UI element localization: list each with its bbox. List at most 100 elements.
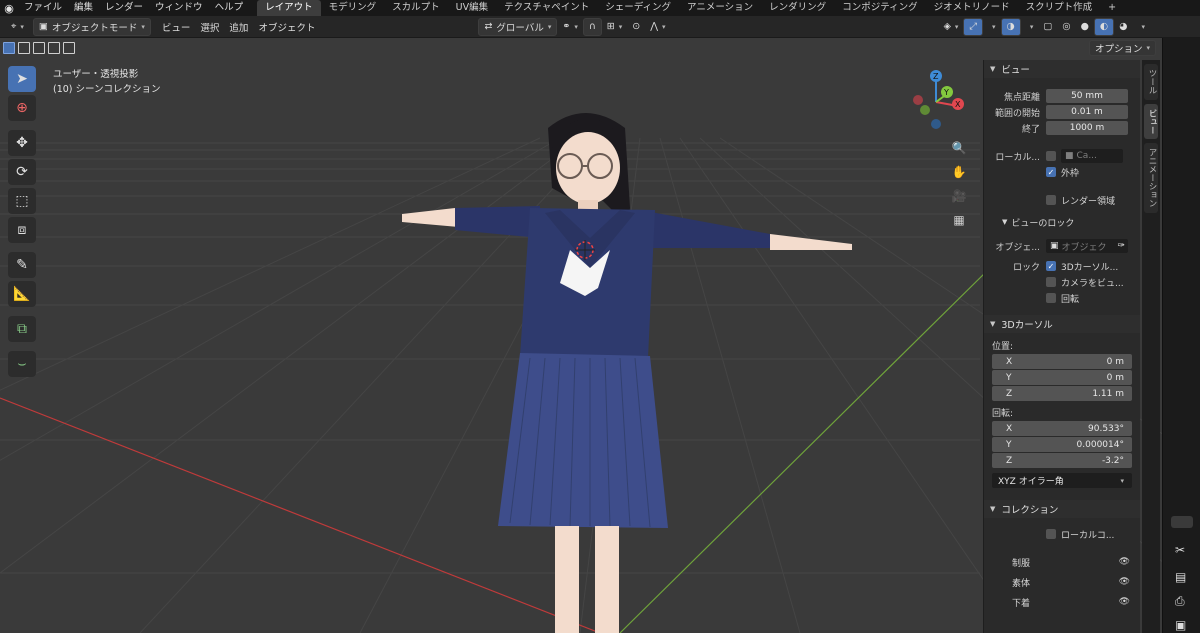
- tab-tool[interactable]: ツール: [1144, 64, 1158, 100]
- select-extend-icon[interactable]: [18, 42, 30, 54]
- cursor-tool[interactable]: ⊕: [8, 95, 36, 121]
- eye-icon[interactable]: 👁: [1119, 557, 1130, 567]
- pivot-point-button[interactable]: ⚭ ▾: [557, 18, 582, 36]
- blender-logo-icon[interactable]: ◉: [0, 0, 18, 16]
- shading-wireframe[interactable]: ◎: [1057, 18, 1075, 36]
- overlay-options[interactable]: ▾: [1021, 18, 1039, 36]
- shading-solid[interactable]: ●: [1076, 18, 1094, 36]
- rotation-mode-select[interactable]: XYZ オイラー角 ▾: [992, 473, 1132, 488]
- tab-sculpt[interactable]: スカルプト: [384, 0, 448, 16]
- select-invert-icon[interactable]: [48, 42, 60, 54]
- add-workspace-button[interactable]: +: [1100, 0, 1124, 16]
- shading-rendered[interactable]: ◕: [1114, 18, 1132, 36]
- render-properties-icon[interactable]: ▤: [1175, 570, 1186, 584]
- cursor-rot-y-field[interactable]: Y 0.000014°: [992, 437, 1132, 452]
- clip-end-field[interactable]: 1000 m: [1046, 121, 1128, 135]
- local-collection-checkbox[interactable]: [1046, 529, 1056, 539]
- annotate-tool[interactable]: ✎: [8, 252, 36, 278]
- ortho-toggle-button[interactable]: ▦: [948, 209, 970, 231]
- view-section-header[interactable]: ▼ ビュー: [984, 60, 1140, 78]
- collection-section-header[interactable]: ▼ コレクション: [984, 500, 1140, 518]
- tab-texture-paint[interactable]: テクスチャペイント: [496, 0, 597, 16]
- clip-start-field[interactable]: 0.01 m: [1046, 105, 1128, 119]
- tab-uv-editing[interactable]: UV編集: [448, 0, 496, 16]
- mode-select[interactable]: ▣ オブジェクトモード ▾: [32, 17, 151, 36]
- menu-window[interactable]: ウィンドウ: [149, 0, 209, 16]
- proportional-edit-toggle[interactable]: ⊙: [627, 18, 645, 36]
- gizmo-toggle[interactable]: ⤢: [963, 17, 983, 36]
- select-intersect-icon[interactable]: [63, 42, 75, 54]
- tab-animation[interactable]: アニメーション: [679, 0, 761, 16]
- cursor-loc-z-field[interactable]: Z 1.11 m: [992, 386, 1132, 401]
- local-camera-checkbox[interactable]: [1046, 151, 1056, 161]
- menu-help[interactable]: ヘルプ: [209, 0, 250, 16]
- collection-item[interactable]: 下着 👁: [984, 592, 1140, 612]
- shading-material[interactable]: ◐: [1093, 17, 1115, 36]
- view-layer-properties-icon[interactable]: ▣: [1175, 618, 1186, 632]
- cursor-section-header[interactable]: ▼ 3Dカーソル: [984, 315, 1140, 333]
- tab-modeling[interactable]: モデリング: [321, 0, 385, 16]
- menu-render[interactable]: レンダー: [99, 0, 149, 16]
- lock-rotation-checkbox[interactable]: [1046, 293, 1056, 303]
- tab-geometry-nodes[interactable]: ジオメトリノード: [926, 0, 1018, 16]
- character-model[interactable]: [402, 113, 852, 633]
- focal-length-field[interactable]: 50 mm: [1046, 89, 1128, 103]
- lock-object-field[interactable]: ▣ オブジェク ✑: [1046, 239, 1128, 253]
- options-button[interactable]: オプション ▾: [1088, 40, 1156, 56]
- add-cube-tool[interactable]: ⧉: [8, 316, 36, 342]
- local-camera-field[interactable]: ■ Ca...: [1061, 149, 1123, 163]
- shading-options[interactable]: ▾: [1133, 18, 1151, 36]
- eye-icon[interactable]: 👁: [1119, 577, 1130, 587]
- snap-toggle[interactable]: ∩: [582, 17, 602, 36]
- tab-scripting[interactable]: スクリプト作成: [1018, 0, 1101, 16]
- lock-cursor-checkbox[interactable]: ✓: [1046, 261, 1056, 271]
- editor-type-button[interactable]: ⌖ ▾: [6, 18, 29, 36]
- menu-file[interactable]: ファイル: [18, 0, 68, 16]
- scale-tool[interactable]: ⬚: [8, 188, 36, 214]
- measure-tool[interactable]: 📐: [8, 281, 36, 307]
- gizmo-options[interactable]: ▾: [983, 18, 1001, 36]
- cursor-rot-z-field[interactable]: Z -3.2°: [992, 453, 1132, 468]
- menu-view[interactable]: ビュー: [157, 18, 196, 36]
- cursor-rot-x-field[interactable]: X 90.533°: [992, 421, 1132, 436]
- tab-view[interactable]: ビュー: [1144, 103, 1158, 139]
- menu-object[interactable]: オブジェクト: [253, 18, 320, 36]
- visibility-button[interactable]: ◈ ▾: [939, 18, 964, 36]
- zoom-button[interactable]: 🔍: [948, 137, 970, 159]
- output-properties-icon[interactable]: ⎙: [1175, 594, 1185, 609]
- collection-item[interactable]: 制服 👁: [984, 552, 1140, 572]
- collection-item[interactable]: 素体 👁: [984, 572, 1140, 592]
- view-lock-header[interactable]: ▼ ビューのロック: [984, 214, 1140, 230]
- camera-view-button[interactable]: 🎥: [948, 185, 970, 207]
- tool-properties-icon[interactable]: ✂: [1175, 543, 1185, 557]
- tab-compositing[interactable]: コンポジティング: [834, 0, 925, 16]
- menu-add[interactable]: 追加: [224, 18, 253, 36]
- overlay-toggle[interactable]: ◑: [1000, 17, 1021, 36]
- falloff-button[interactable]: ⋀ ▾: [645, 18, 670, 36]
- cursor-loc-y-field[interactable]: Y 0 m: [992, 370, 1132, 385]
- transform-tool[interactable]: ⧈: [8, 217, 36, 243]
- select-subtract-icon[interactable]: [33, 42, 45, 54]
- eye-icon[interactable]: 👁: [1119, 597, 1130, 607]
- outline-checkbox[interactable]: ✓: [1046, 167, 1056, 177]
- menu-edit[interactable]: 編集: [68, 0, 99, 16]
- xray-toggle[interactable]: ▢: [1038, 18, 1057, 36]
- rotate-tool[interactable]: ⟳: [8, 159, 36, 185]
- snap-target-button[interactable]: ⊞ ▾: [602, 18, 627, 36]
- move-tool[interactable]: ✥: [8, 130, 36, 156]
- cursor-loc-x-field[interactable]: X 0 m: [992, 354, 1132, 369]
- render-region-checkbox[interactable]: [1046, 195, 1056, 205]
- transform-orientation-select[interactable]: ⇄ グローバル ▾: [478, 17, 558, 36]
- lock-camera-checkbox[interactable]: [1046, 277, 1056, 287]
- properties-editor-type-button[interactable]: [1171, 516, 1193, 528]
- select-new-icon[interactable]: [3, 42, 15, 54]
- navigation-gizmo[interactable]: Z X Y: [913, 70, 964, 129]
- curve-tool[interactable]: ⌣: [8, 351, 36, 377]
- tab-animation-sidebar[interactable]: アニメーション: [1144, 143, 1158, 213]
- menu-select[interactable]: 選択: [195, 18, 224, 36]
- eyedropper-icon[interactable]: ✑: [1117, 241, 1125, 251]
- tab-layout[interactable]: レイアウト: [257, 0, 321, 16]
- tab-rendering[interactable]: レンダリング: [761, 0, 834, 16]
- tab-shading[interactable]: シェーディング: [597, 0, 679, 16]
- pan-button[interactable]: ✋: [948, 161, 970, 183]
